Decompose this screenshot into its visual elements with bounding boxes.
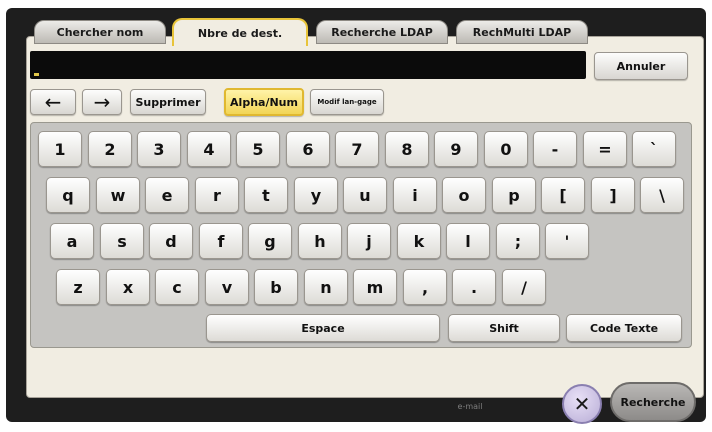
delete-button[interactable]: Supprimer xyxy=(130,89,206,115)
key-3-6[interactable]: h xyxy=(298,223,342,259)
key-3-2[interactable]: s xyxy=(100,223,144,259)
key-4-8[interactable]: , xyxy=(403,269,447,305)
key-4-5[interactable]: b xyxy=(254,269,298,305)
tab-recherche-ldap[interactable]: Recherche LDAP xyxy=(316,20,448,44)
code-text-key[interactable]: Code Texte xyxy=(566,314,682,342)
key-2-9[interactable]: o xyxy=(442,177,486,213)
key-3-10[interactable]: ; xyxy=(496,223,540,259)
alphanum-button[interactable]: Alpha/Num xyxy=(224,88,304,116)
key-2-3[interactable]: e xyxy=(145,177,189,213)
key-4-9[interactable]: . xyxy=(452,269,496,305)
key-1-9[interactable]: 9 xyxy=(434,131,478,167)
key-3-4[interactable]: f xyxy=(199,223,243,259)
key-2-11[interactable]: [ xyxy=(541,177,585,213)
key-1-5[interactable]: 5 xyxy=(236,131,280,167)
key-1-6[interactable]: 6 xyxy=(286,131,330,167)
key-3-5[interactable]: g xyxy=(248,223,292,259)
key-2-1[interactable]: q xyxy=(46,177,90,213)
key-3-1[interactable]: a xyxy=(50,223,94,259)
tab-rechmulti-ldap[interactable]: RechMulti LDAP xyxy=(456,20,588,44)
email-ghost-label: e-mail xyxy=(457,402,483,411)
key-1-8[interactable]: 8 xyxy=(385,131,429,167)
key-2-13[interactable]: \ xyxy=(640,177,684,213)
search-button[interactable]: Recherche xyxy=(610,382,696,422)
close-glyph: ✕ xyxy=(573,392,591,416)
close-icon[interactable]: ✕ xyxy=(562,384,602,424)
key-3-9[interactable]: l xyxy=(446,223,490,259)
key-3-3[interactable]: d xyxy=(149,223,193,259)
key-1-13[interactable]: ` xyxy=(632,131,676,167)
key-1-3[interactable]: 3 xyxy=(137,131,181,167)
space-key[interactable]: Espace xyxy=(206,314,440,342)
key-2-5[interactable]: t xyxy=(244,177,288,213)
key-2-8[interactable]: i xyxy=(393,177,437,213)
tab-chercher-nom[interactable]: Chercher nom xyxy=(34,20,166,44)
key-2-7[interactable]: u xyxy=(343,177,387,213)
key-3-11[interactable]: ' xyxy=(545,223,589,259)
device-frame: Chercher nom Nbre de dest. Recherche LDA… xyxy=(0,0,712,432)
key-2-4[interactable]: r xyxy=(195,177,239,213)
key-4-10[interactable]: / xyxy=(502,269,546,305)
cursor-right-button[interactable]: → xyxy=(82,89,122,115)
key-2-12[interactable]: ] xyxy=(591,177,635,213)
key-3-8[interactable]: k xyxy=(397,223,441,259)
change-language-button[interactable]: Modif lan-gage xyxy=(310,89,384,115)
tab-nbre-de-dest[interactable]: Nbre de dest. xyxy=(172,18,308,46)
shift-key[interactable]: Shift xyxy=(448,314,560,342)
key-1-11[interactable]: - xyxy=(533,131,577,167)
key-4-7[interactable]: m xyxy=(353,269,397,305)
key-1-12[interactable]: = xyxy=(583,131,627,167)
key-2-10[interactable]: p xyxy=(492,177,536,213)
cursor-left-button[interactable]: ← xyxy=(30,89,76,115)
key-4-1[interactable]: z xyxy=(56,269,100,305)
text-cursor xyxy=(34,73,39,76)
key-1-10[interactable]: 0 xyxy=(484,131,528,167)
key-4-6[interactable]: n xyxy=(304,269,348,305)
cancel-button[interactable]: Annuler xyxy=(594,52,688,80)
key-2-6[interactable]: y xyxy=(294,177,338,213)
key-3-7[interactable]: j xyxy=(347,223,391,259)
key-1-7[interactable]: 7 xyxy=(335,131,379,167)
key-1-1[interactable]: 1 xyxy=(38,131,82,167)
key-4-3[interactable]: c xyxy=(155,269,199,305)
key-2-2[interactable]: w xyxy=(96,177,140,213)
key-4-2[interactable]: x xyxy=(106,269,150,305)
key-1-2[interactable]: 2 xyxy=(88,131,132,167)
key-1-4[interactable]: 4 xyxy=(187,131,231,167)
text-input-field[interactable] xyxy=(30,51,586,79)
key-4-4[interactable]: v xyxy=(205,269,249,305)
